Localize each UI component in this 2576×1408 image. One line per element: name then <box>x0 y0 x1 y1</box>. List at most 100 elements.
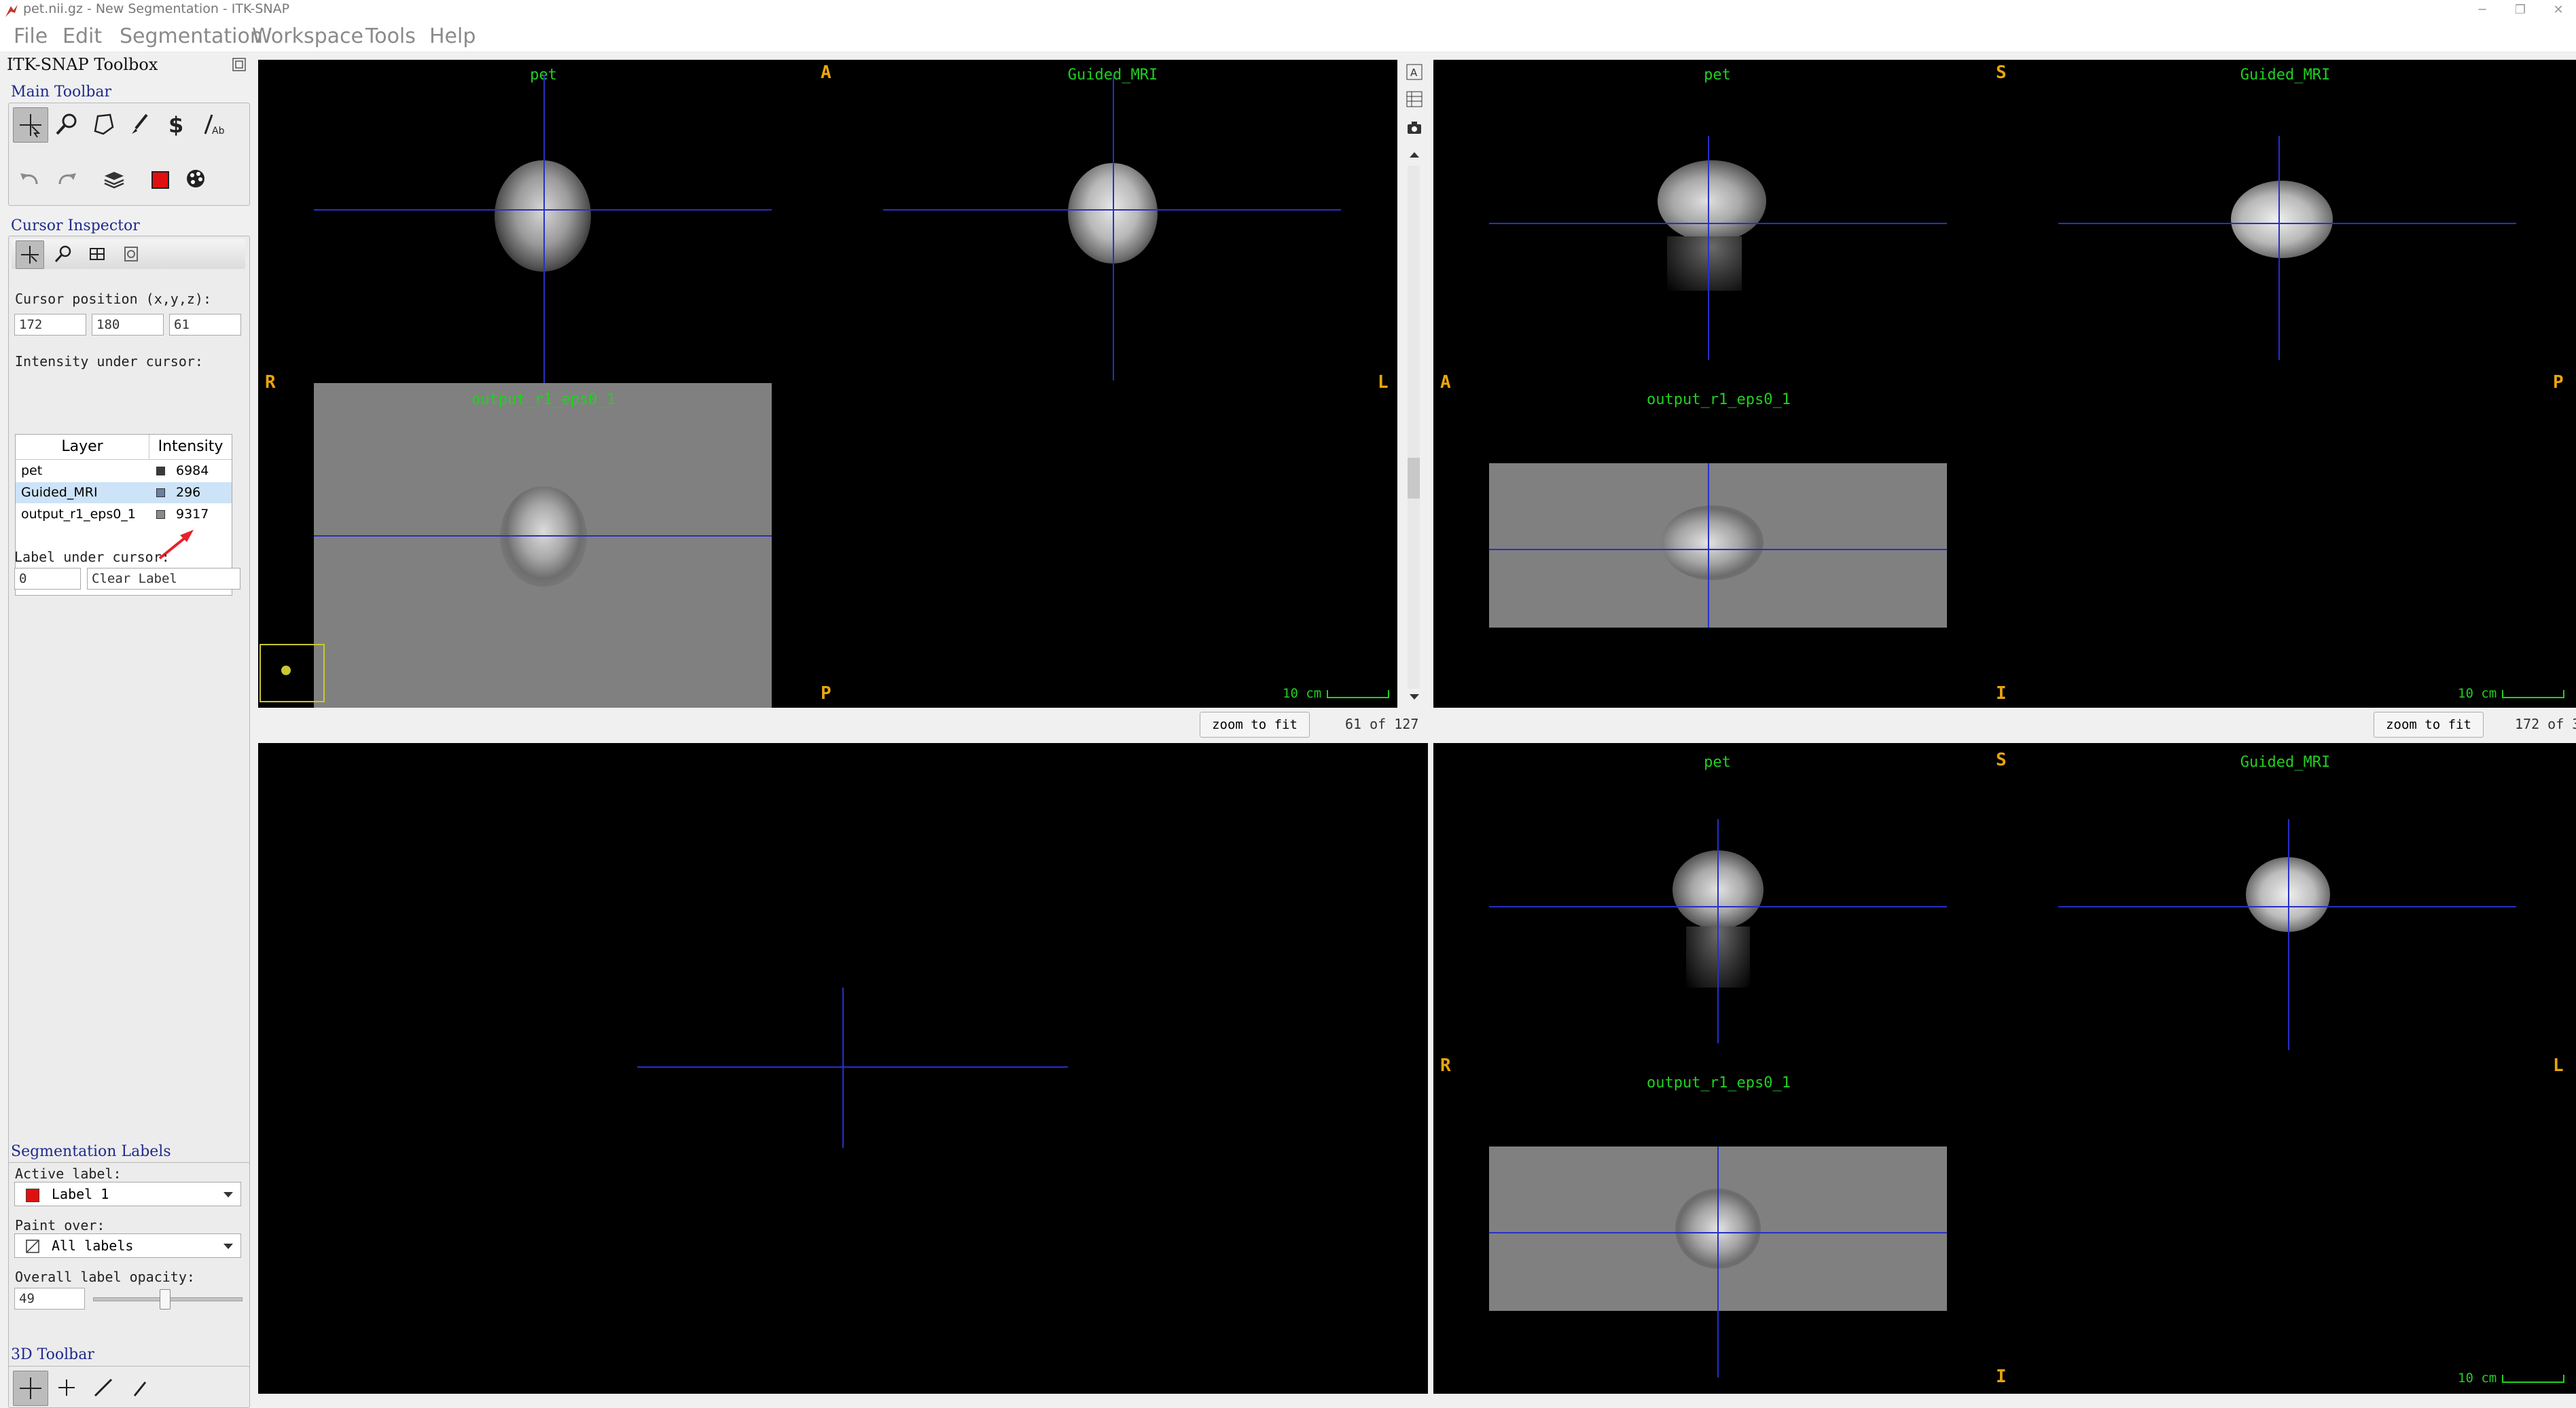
redo-icon <box>58 173 76 185</box>
annotation-mode-icon[interactable]: A <box>1406 64 1423 80</box>
label-name-field[interactable]: Clear Label <box>87 568 240 590</box>
crosshair-vertical <box>1717 819 1719 1043</box>
layer-label-guided-mri: Guided_MRI <box>2240 754 2331 771</box>
orientation-label-right: P <box>2553 372 2564 393</box>
tab-zoom-inspector[interactable] <box>50 240 77 268</box>
orientation-label-top: S <box>1996 750 2007 770</box>
menu-tools[interactable]: Tools <box>365 24 416 48</box>
3d-spray-button[interactable] <box>123 1371 157 1405</box>
layer-name: Guided_MRI <box>21 485 98 500</box>
active-label-dropdown[interactable]: Label 1 <box>14 1182 241 1206</box>
paint-over-dropdown[interactable]: All labels <box>14 1233 241 1258</box>
orientation-label-left: R <box>265 372 276 393</box>
sync-icon <box>124 247 138 261</box>
annotation-tool-button[interactable]: Ab <box>196 107 230 141</box>
camera-icon[interactable] <box>1406 120 1423 136</box>
tab-sync[interactable] <box>118 240 145 268</box>
segmentation-labels-title: Segmentation Labels <box>11 1143 171 1160</box>
crosshair-vertical <box>1717 1147 1719 1377</box>
polygon-icon <box>94 113 114 135</box>
3d-view[interactable] <box>258 743 1428 1394</box>
svg-text:A: A <box>1410 67 1418 79</box>
crosshair-horizontal <box>2058 223 2516 224</box>
sagittal-view[interactable]: pet Guided_MRI S I A P output_r1_eps0_1 … <box>1433 60 2576 708</box>
segmentation-labels-panel: Active label: Label 1 Paint over: All la… <box>8 1162 250 1371</box>
table-row[interactable]: pet 6984 <box>16 461 232 482</box>
palette-icon <box>187 170 204 187</box>
crosshair-horizontal <box>314 535 772 537</box>
layers-icon <box>104 172 124 189</box>
axial-view[interactable]: pet Guided_MRI A P R L output_r1_eps0_1 … <box>258 60 1397 708</box>
scale-bar: 10 cm <box>1283 686 1390 701</box>
snake-icon: $ <box>168 112 183 138</box>
paintbrush-icon <box>132 113 148 134</box>
paint-over-caption: Paint over: <box>15 1217 105 1233</box>
coronal-view[interactable]: pet Guided_MRI S I R L output_r1_eps0_1 … <box>1433 743 2576 1394</box>
tab-display-layout[interactable] <box>84 240 111 268</box>
all-labels-icon <box>26 1240 39 1253</box>
snake-tool-button[interactable]: $ <box>160 107 194 141</box>
layer-name: output_r1_eps0_1 <box>21 507 136 522</box>
toolbox-panel: ITK-SNAP Toolbox Main Toolbar $ Ab Curso… <box>0 52 255 1408</box>
pet-sagittal-lower <box>1667 236 1742 291</box>
opacity-field[interactable]: 49 <box>14 1288 85 1310</box>
crosshair-vertical <box>1708 463 1709 628</box>
minimize-icon[interactable]: ─ <box>2466 0 2499 20</box>
color-palette-button[interactable] <box>179 162 213 196</box>
crosshair-icon <box>58 1379 75 1396</box>
sagittal-zoom-to-fit-button[interactable]: zoom to fit <box>2374 712 2484 738</box>
menu-edit[interactable]: Edit <box>62 24 102 48</box>
crosshair-vertical <box>2288 819 2289 1050</box>
3d-toolbar-title: 3D Toolbar <box>11 1346 94 1363</box>
3d-crosshair-button[interactable] <box>50 1371 84 1405</box>
svg-text:$: $ <box>168 112 183 138</box>
menu-file[interactable]: File <box>14 24 48 48</box>
cursor-y-field[interactable]: 180 <box>92 314 164 336</box>
scroll-down-icon[interactable] <box>1409 693 1420 701</box>
slice-scrollbar-thumb[interactable] <box>1408 458 1420 499</box>
zoom-tool-button[interactable] <box>50 107 84 141</box>
crosshair-tool-button[interactable] <box>13 107 48 143</box>
layout-icon[interactable] <box>1406 91 1423 107</box>
crosshair-icon <box>20 1377 41 1399</box>
undo-button[interactable] <box>13 162 47 196</box>
orientation-label-top: A <box>821 62 831 83</box>
axial-zoom-to-fit-button[interactable]: zoom to fit <box>1200 712 1310 738</box>
label-under-cursor-label: Label under cursor: <box>14 549 170 565</box>
cursor-z-field[interactable]: 61 <box>169 314 241 336</box>
paintbrush-tool-button[interactable] <box>123 107 157 141</box>
menu-workspace[interactable]: Workspace <box>252 24 363 48</box>
thumbnail-brain <box>281 666 291 675</box>
opacity-slider-handle[interactable] <box>160 1289 171 1310</box>
polygon-tool-button[interactable] <box>86 107 120 141</box>
close-icon[interactable]: ✕ <box>2542 0 2575 20</box>
3d-rotate-button[interactable] <box>13 1371 48 1406</box>
menu-help[interactable]: Help <box>429 24 476 48</box>
tab-cursor-inspector[interactable] <box>16 240 44 269</box>
layer-color-swatch <box>156 467 165 475</box>
restore-icon[interactable]: ❐ <box>2504 0 2537 20</box>
toolbox-title: ITK-SNAP Toolbox <box>7 55 158 74</box>
chevron-down-icon <box>223 1244 233 1249</box>
table-row[interactable]: output_r1_eps0_1 9317 <box>16 504 232 525</box>
svg-text:Ab: Ab <box>212 126 225 137</box>
table-row[interactable]: Guided_MRI 296 <box>16 482 232 503</box>
crosshair-horizontal <box>2058 906 2516 907</box>
3d-scalpel-button[interactable] <box>86 1371 120 1405</box>
label-editor-button[interactable] <box>143 162 177 196</box>
slice-scrollbar[interactable] <box>1408 166 1420 689</box>
undock-icon[interactable] <box>232 58 246 71</box>
label-value-field[interactable]: 0 <box>14 568 81 590</box>
thumbnail-navigator[interactable] <box>260 644 325 702</box>
redo-button[interactable] <box>50 162 84 196</box>
cursor-x-field[interactable]: 172 <box>14 314 86 336</box>
menu-segmentation[interactable]: Segmentation <box>120 24 263 48</box>
layer-label-output: output_r1_eps0_1 <box>1647 1075 1791 1091</box>
layers-button[interactable] <box>97 162 131 196</box>
spraypaint-icon <box>133 1382 147 1396</box>
orientation-label-left: A <box>1440 372 1451 393</box>
scroll-up-icon[interactable] <box>1409 151 1420 159</box>
scale-bar: 10 cm <box>2458 1371 2565 1386</box>
undo-icon <box>20 173 38 185</box>
pet-sagittal-image <box>1658 160 1766 242</box>
